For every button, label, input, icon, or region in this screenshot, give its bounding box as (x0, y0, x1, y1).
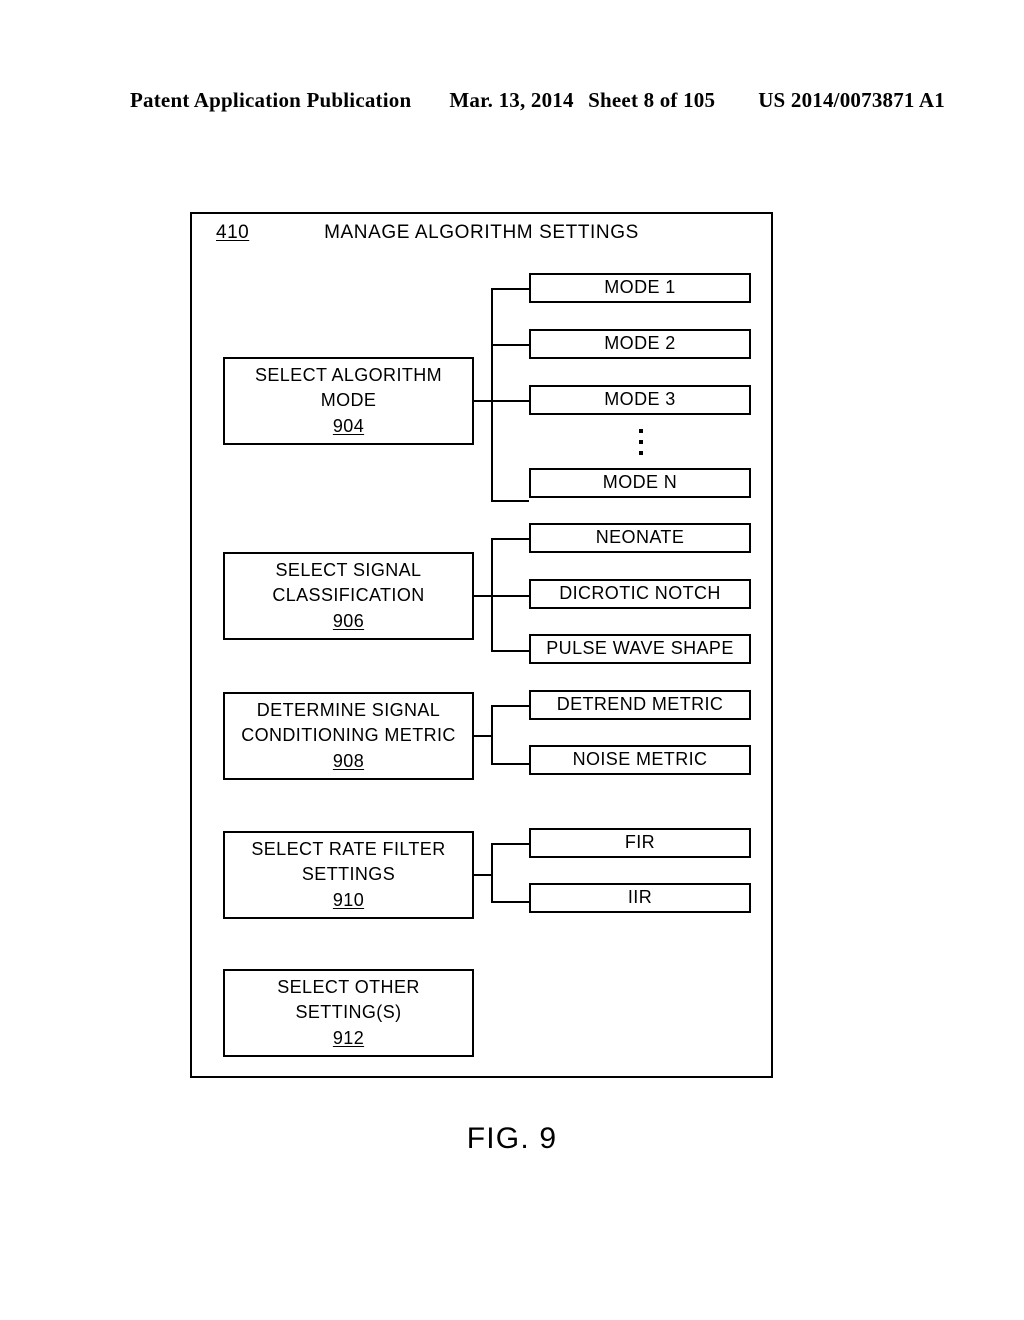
block-select-other-settings[interactable]: SELECT OTHER SETTING(S) 912 (223, 969, 474, 1057)
block-reference-numeral: 910 (332, 889, 365, 910)
connector-branch-dicrotic-notch (491, 595, 529, 597)
option-label: IIR (627, 887, 653, 908)
block-determine-signal-conditioning-metric[interactable]: DETERMINE SIGNAL CONDITIONING METRIC 908 (223, 692, 474, 780)
publication-label: Patent Application Publication (130, 88, 412, 112)
option-label: FIR (624, 832, 656, 853)
option-label: MODE 1 (604, 277, 676, 298)
option-label: MODE N (602, 472, 678, 493)
option-pulse-wave-shape[interactable]: PULSE WAVE SHAPE (529, 634, 751, 664)
option-mode-n[interactable]: MODE N (529, 468, 751, 498)
block-reference-numeral: 912 (332, 1027, 365, 1048)
option-fir[interactable]: FIR (529, 828, 751, 858)
option-detrend-metric[interactable]: DETREND METRIC (529, 690, 751, 720)
connector-trunk-group3 (491, 705, 493, 765)
option-label: DICROTIC NOTCH (559, 583, 721, 604)
connector-branch-mode-1 (491, 288, 529, 290)
frame-title-row: 410 MANAGE ALGORITHM SETTINGS (192, 222, 771, 250)
option-iir[interactable]: IIR (529, 883, 751, 913)
option-label: MODE 2 (604, 333, 676, 354)
block-reference-numeral: 908 (332, 750, 365, 771)
patent-number: US 2014/0073871 A1 (758, 88, 945, 112)
option-neonate[interactable]: NEONATE (529, 523, 751, 553)
connector-branch-detrend-metric (491, 705, 529, 707)
connector-branch-mode-3 (491, 400, 529, 402)
block-label-line2: CLASSIFICATION (272, 585, 425, 606)
ellipsis-dot (639, 451, 643, 455)
block-label-line1: DETERMINE SIGNAL (256, 699, 441, 720)
date-sheet-label: Mar. 13, 2014 Sheet 8 of 105 (449, 88, 715, 113)
connector-trunk-group4 (491, 843, 493, 903)
option-label: DETREND METRIC (556, 694, 724, 715)
ellipsis-dot (639, 440, 643, 444)
option-label: NOISE METRIC (572, 749, 708, 770)
connector-trunk-group1 (491, 288, 493, 502)
connector-branch-neonate (491, 538, 529, 540)
block-reference-numeral: 904 (332, 415, 365, 436)
block-select-algorithm-mode[interactable]: SELECT ALGORITHM MODE 904 (223, 357, 474, 445)
block-label-line1: SELECT SIGNAL (275, 559, 422, 580)
block-select-rate-filter-settings[interactable]: SELECT RATE FILTER SETTINGS 910 (223, 831, 474, 919)
block-label-line2: SETTINGS (301, 864, 396, 885)
figure-caption: FIG. 9 (466, 1122, 558, 1155)
option-dicrotic-notch[interactable]: DICROTIC NOTCH (529, 579, 751, 609)
block-label-line1: SELECT ALGORITHM (254, 364, 443, 385)
connector-branch-mode-2 (491, 344, 529, 346)
block-select-signal-classification[interactable]: SELECT SIGNAL CLASSIFICATION 906 (223, 552, 474, 640)
block-label-line2: SETTING(S) (295, 1002, 402, 1023)
connector-branch-iir (491, 901, 529, 903)
connector-branch-pulse-wave-shape (491, 650, 529, 652)
block-label-line1: SELECT RATE FILTER (251, 838, 446, 859)
patent-page-header: Patent Application Publication Mar. 13, … (130, 88, 945, 113)
block-label-line2: MODE (320, 390, 377, 411)
option-noise-metric[interactable]: NOISE METRIC (529, 745, 751, 775)
option-mode-3[interactable]: MODE 3 (529, 385, 751, 415)
block-label-line1: SELECT OTHER (277, 976, 420, 997)
option-label: PULSE WAVE SHAPE (546, 638, 734, 659)
vertical-ellipsis-icon (636, 429, 646, 455)
sheet-number: Sheet 8 of 105 (588, 88, 716, 112)
connector-branch-noise-metric (491, 763, 529, 765)
option-mode-2[interactable]: MODE 2 (529, 329, 751, 359)
publication-date: Mar. 13, 2014 (449, 88, 574, 112)
block-label-line2: CONDITIONING METRIC (241, 725, 456, 746)
ellipsis-dot (639, 429, 643, 433)
block-reference-numeral: 906 (332, 610, 365, 631)
page-title: MANAGE ALGORITHM SETTINGS (324, 222, 639, 243)
option-mode-1[interactable]: MODE 1 (529, 273, 751, 303)
connector-branch-fir (491, 843, 529, 845)
connector-branch-mode-n (491, 500, 529, 502)
diagram-frame: 410 MANAGE ALGORITHM SETTINGS SELECT ALG… (190, 212, 773, 1078)
option-label: MODE 3 (604, 389, 676, 410)
option-label: NEONATE (595, 527, 685, 548)
